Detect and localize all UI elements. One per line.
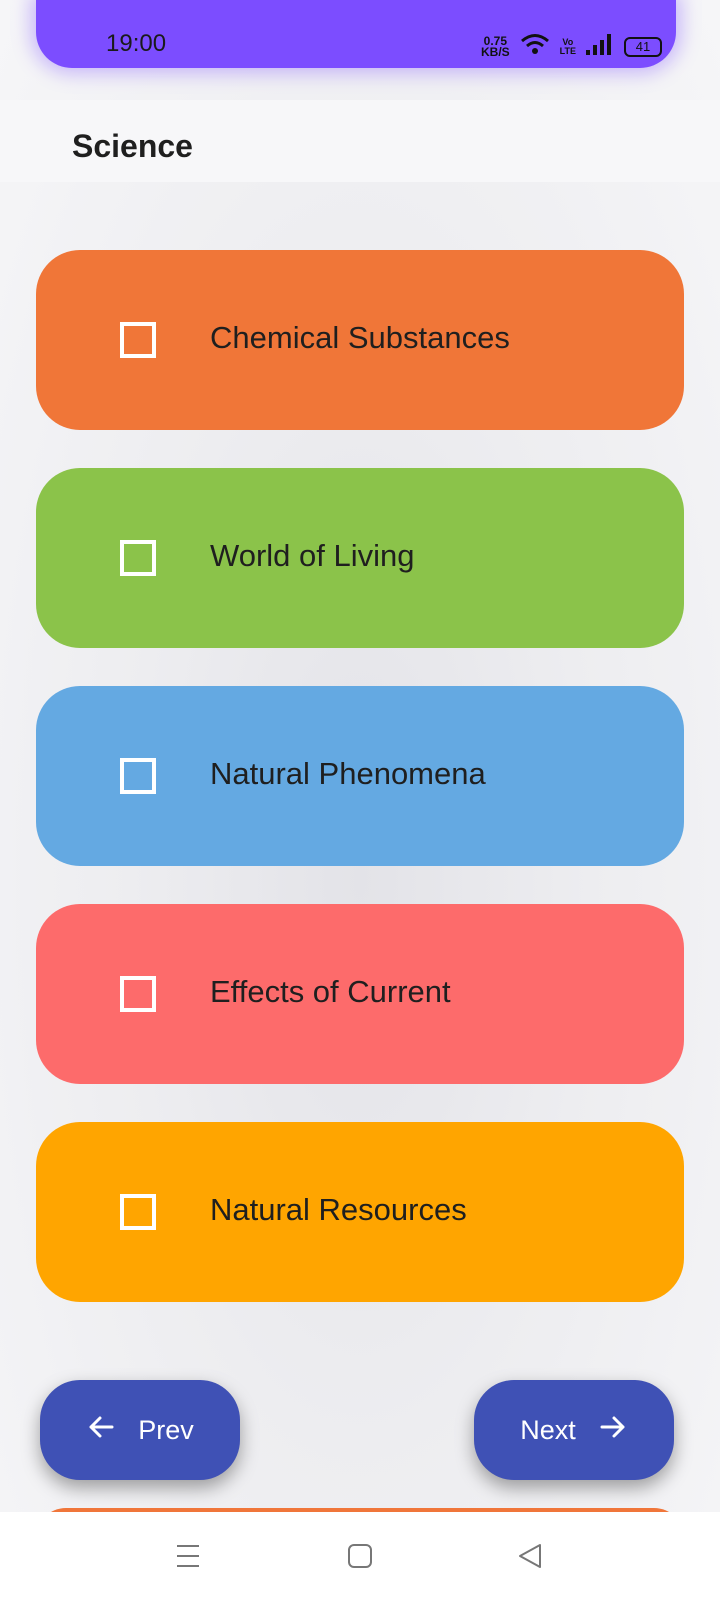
topic-label: Natural Resources [210, 1192, 467, 1227]
topic-checkbox[interactable] [120, 1194, 156, 1230]
topic-label: World of Living [210, 538, 415, 573]
arrow-left-icon [86, 1412, 116, 1449]
topic-label: Natural Phenomena [210, 756, 486, 791]
volte-indicator: Vo LTE [559, 37, 576, 56]
topic-card-natural-phenomena[interactable]: Natural Phenomena [36, 686, 684, 866]
topic-checkbox[interactable] [120, 758, 156, 794]
network-speed: 0.75 KB/S [480, 35, 510, 59]
prev-button[interactable]: Prev [40, 1380, 240, 1480]
page-title: Science [72, 128, 193, 164]
status-time: 19:00 [106, 30, 167, 57]
topic-card-chemical-substances[interactable]: Chemical Substances [36, 250, 684, 430]
topic-label: Effects of Current [210, 974, 451, 1009]
next-label: Next [520, 1414, 576, 1445]
arrow-right-icon [598, 1412, 628, 1449]
topic-checkbox[interactable] [120, 976, 156, 1012]
status-icons: 0.75 KB/S Vo LTE 41 [481, 32, 662, 61]
prev-label: Prev [138, 1414, 194, 1445]
topic-card-world-of-living[interactable]: World of Living [36, 468, 684, 648]
network-speed-unit: KB/S [480, 44, 510, 59]
system-nav-bar [0, 1512, 720, 1600]
topic-label: Chemical Substances [210, 320, 510, 355]
home-icon[interactable] [344, 1540, 376, 1572]
menu-icon[interactable] [172, 1540, 204, 1572]
next-button[interactable]: Next [474, 1380, 674, 1480]
battery-icon: 41 [624, 36, 662, 57]
back-icon[interactable] [514, 1540, 546, 1572]
status-bar: 19:00 0.75 KB/S Vo LTE 41 [36, 0, 676, 68]
topic-checkbox[interactable] [120, 540, 156, 576]
topic-checkbox[interactable] [120, 322, 156, 358]
topic-card-effects-of-current[interactable]: Effects of Current [36, 904, 684, 1084]
volte-bottom: LTE [559, 45, 576, 56]
signal-icon [586, 33, 614, 60]
app-header: Science [0, 100, 720, 182]
wifi-icon [520, 32, 550, 61]
topic-card-natural-resources[interactable]: Natural Resources [36, 1122, 684, 1302]
screen: 19:00 0.75 KB/S Vo LTE 41 Science Chemic… [0, 0, 720, 1600]
battery-level: 41 [635, 39, 651, 54]
